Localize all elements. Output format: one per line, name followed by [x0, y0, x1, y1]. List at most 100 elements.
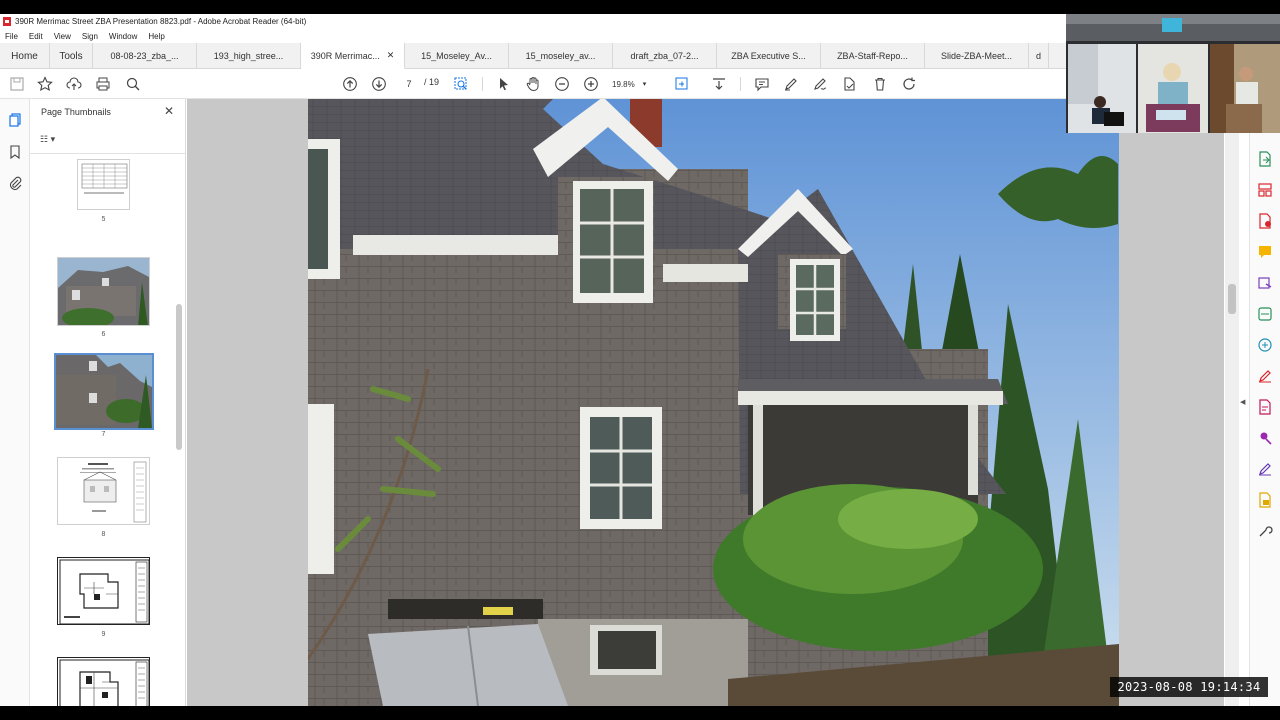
scan-ocr-icon[interactable]: [1257, 306, 1273, 322]
document-scroll-thumb[interactable]: [1228, 284, 1236, 314]
create-pdf-icon[interactable]: [1257, 213, 1273, 229]
edit-pdf-icon[interactable]: [1257, 399, 1273, 415]
menu-sign[interactable]: Sign: [82, 32, 98, 41]
attachment-icon[interactable]: [7, 175, 23, 191]
highlight-pen-icon[interactable]: [783, 76, 799, 92]
measure-pen-icon[interactable]: [1257, 461, 1273, 477]
screen: 390R Merrimac Street ZBA Presentation 88…: [0, 0, 1280, 720]
thumbnail-page-number: 7: [101, 431, 106, 438]
star-icon[interactable]: [37, 76, 53, 92]
meeting-video-feed: [1066, 14, 1280, 133]
tab-document[interactable]: 193_high_stree...: [197, 43, 301, 69]
previous-page-icon[interactable]: [342, 76, 358, 92]
select-cursor-icon[interactable]: [496, 76, 512, 92]
more-tools-icon[interactable]: [1257, 523, 1273, 539]
delete-icon[interactable]: [872, 76, 888, 92]
house-photo: [308, 99, 1119, 706]
tab-label: 390R Merrimac...: [310, 50, 380, 61]
fill-and-sign-icon[interactable]: [1257, 368, 1273, 384]
thumbnails-scroll-thumb[interactable]: [176, 304, 182, 450]
rotate-icon[interactable]: [901, 76, 917, 92]
organize-pages-icon[interactable]: [1257, 182, 1273, 198]
menu-view[interactable]: View: [54, 32, 71, 41]
comment-icon[interactable]: [754, 76, 770, 92]
save-icon[interactable]: [9, 76, 25, 92]
document-view[interactable]: [187, 99, 1224, 706]
document-scrollbar[interactable]: [1225, 99, 1239, 706]
meeting-video-overlay: [1066, 14, 1280, 133]
panel-divider: [30, 153, 185, 154]
tab-document[interactable]: draft_zba_07-2...: [613, 43, 717, 69]
close-tab-icon[interactable]: ✕: [387, 50, 395, 61]
page-thumbnails-panel: Page Thumbnails ✕ ☷ ▾ 5 6 7 8 9: [30, 99, 212, 706]
zoom-in-icon[interactable]: [583, 76, 599, 92]
close-icon[interactable]: ✕: [164, 105, 176, 117]
tab-document[interactable]: 15_Moseley_Av...: [405, 43, 509, 69]
bookmark-icon[interactable]: [7, 144, 23, 160]
stamp-icon[interactable]: [1257, 492, 1273, 508]
print-icon[interactable]: [95, 76, 111, 92]
expand-right-panel-icon[interactable]: ◀: [1240, 398, 1245, 406]
tab-label: 08-08-23_zba_...: [110, 51, 179, 61]
page-thumbnails-icon[interactable]: [7, 112, 23, 128]
toolbar-divider: [482, 77, 483, 91]
zoom-value: 19.8%: [612, 79, 635, 89]
thumbnail-page-number: 6: [101, 331, 106, 338]
tab-document[interactable]: ZBA-Staff-Repo...: [821, 43, 925, 69]
thumbnail-page[interactable]: [57, 557, 150, 625]
request-signature-icon[interactable]: [1257, 430, 1273, 446]
protect-icon[interactable]: [1257, 337, 1273, 353]
fit-page-icon[interactable]: [674, 76, 690, 92]
menu-file[interactable]: File: [5, 32, 18, 41]
menu-window[interactable]: Window: [109, 32, 137, 41]
left-navigation-rail: [0, 99, 30, 706]
thumbnail-page-number: 9: [101, 631, 106, 638]
thumbnail-page[interactable]: [77, 159, 130, 210]
sign-pen-icon[interactable]: [812, 76, 828, 92]
toolbar-divider: [740, 77, 741, 91]
tab-document[interactable]: Slide-ZBA-Meet...: [925, 43, 1029, 69]
page-total: / 19: [424, 77, 440, 87]
send-for-signature-icon[interactable]: [1257, 275, 1273, 291]
video-timestamp: 2023-08-08 19:14:34: [1110, 677, 1268, 697]
tab-document[interactable]: 08-08-23_zba_...: [93, 43, 197, 69]
thumbnail-list: 5 6 7 8 9: [30, 157, 180, 706]
scroll-mode-icon[interactable]: [711, 76, 727, 92]
upload-cloud-icon[interactable]: [66, 76, 82, 92]
zoom-dropdown[interactable]: 19.8% ▾: [612, 77, 658, 91]
tab-label: 193_high_stree...: [213, 51, 284, 61]
tab-home[interactable]: Home: [0, 43, 50, 69]
menu-edit[interactable]: Edit: [29, 32, 43, 41]
tab-label: 15_moseley_av...: [525, 51, 596, 61]
thumbnail-page[interactable]: [57, 457, 150, 525]
menu-bar: File Edit View Sign Window Help: [0, 29, 1066, 43]
thumbnail-page-number: 8: [101, 531, 106, 538]
pdf-app-icon: [3, 17, 11, 26]
thumbnail-page[interactable]: [57, 257, 150, 326]
thumbnail-page-number: 5: [101, 216, 106, 223]
zoom-out-icon[interactable]: [554, 76, 570, 92]
tab-document[interactable]: d: [1029, 43, 1049, 69]
window-title: 390R Merrimac Street ZBA Presentation 88…: [15, 17, 307, 26]
tab-document-active[interactable]: 390R Merrimac... ✕: [301, 43, 405, 69]
search-icon[interactable]: [125, 76, 141, 92]
fill-sign-icon[interactable]: [841, 76, 857, 92]
tab-tools[interactable]: Tools: [50, 43, 93, 69]
chevron-down-icon: ▾: [642, 81, 647, 88]
page-fit-icon[interactable]: [453, 76, 469, 92]
hand-tool-icon[interactable]: [525, 76, 541, 92]
tab-label: 15_Moseley_Av...: [421, 51, 492, 61]
tab-label: d: [1035, 51, 1041, 61]
export-pdf-icon[interactable]: [1257, 151, 1273, 167]
page-number-input[interactable]: [399, 77, 419, 91]
tab-document[interactable]: ZBA Executive S...: [717, 43, 821, 69]
next-page-icon[interactable]: [371, 76, 387, 92]
tab-label: ZBA-Staff-Repo...: [837, 51, 908, 61]
comment-tool-icon[interactable]: [1257, 244, 1273, 260]
panel-title: Page Thumbnails: [41, 107, 111, 117]
thumbnail-page[interactable]: [57, 657, 150, 706]
menu-help[interactable]: Help: [148, 32, 164, 41]
thumbnail-options-icon[interactable]: ☷ ▾: [40, 134, 55, 145]
tab-document[interactable]: 15_moseley_av...: [509, 43, 613, 69]
thumbnail-page-selected[interactable]: [54, 353, 154, 430]
